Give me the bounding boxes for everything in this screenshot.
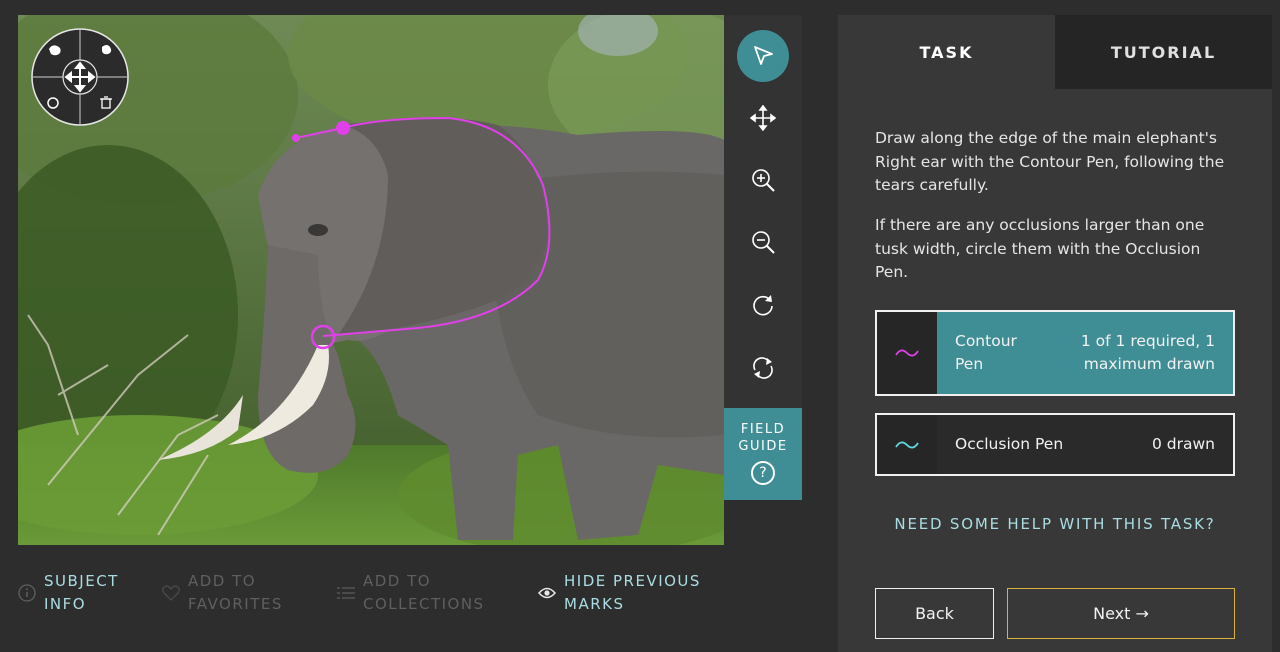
reset-button[interactable] <box>737 342 789 394</box>
field-guide-button[interactable]: FIELD GUIDE ? <box>724 408 802 500</box>
occlusion-pen-tool[interactable]: Occlusion Pen 0 drawn <box>875 413 1235 476</box>
move-button[interactable] <box>737 92 789 144</box>
zoom-in-icon <box>752 169 775 192</box>
add-to-favorites-label: ADD TO FAVORITES <box>188 572 283 613</box>
zoom-out-button[interactable] <box>737 216 789 268</box>
field-guide-label-1: FIELD <box>740 422 786 437</box>
hide-previous-marks-button[interactable]: HIDE PREVIOUS MARKS <box>538 570 701 616</box>
tab-task[interactable]: TASK <box>838 15 1055 89</box>
subject-image-viewer[interactable] <box>18 15 724 545</box>
occlusion-pen-swatch <box>877 415 937 474</box>
contour-pen-tool[interactable]: Contour Pen 1 of 1 required, 1 maximum d… <box>875 310 1235 396</box>
pointer-button[interactable] <box>737 30 789 82</box>
list-icon <box>337 586 355 600</box>
move-icon <box>750 105 776 131</box>
field-guide-label-2: GUIDE <box>738 439 788 454</box>
contour-pen-label: Contour Pen <box>955 331 1017 374</box>
task-tabs: TASK TUTORIAL <box>838 15 1272 89</box>
task-instruction-2: If there are any occlusions larger than … <box>875 216 1205 281</box>
occlusion-pen-label: Occlusion Pen <box>955 434 1064 453</box>
task-help-link[interactable]: NEED SOME HELP WITH THIS TASK? <box>838 515 1272 533</box>
heart-icon <box>162 585 180 601</box>
zoom-out-icon <box>752 231 775 254</box>
hide-previous-marks-label: HIDE PREVIOUS MARKS <box>564 572 701 613</box>
contour-start-point[interactable] <box>336 121 350 135</box>
task-instruction-1: Draw along the edge of the main elephant… <box>875 129 1225 194</box>
occlusion-pen-count: 0 drawn <box>1152 434 1215 453</box>
back-button[interactable]: Back <box>875 588 994 639</box>
add-to-collections-button[interactable]: ADD TO COLLECTIONS <box>337 570 485 616</box>
wave-icon <box>895 441 919 448</box>
zoom-in-button[interactable] <box>737 154 789 206</box>
tab-tutorial[interactable]: TUTORIAL <box>1055 15 1272 89</box>
pointer-icon <box>754 46 773 65</box>
rotate-button[interactable] <box>737 279 789 331</box>
add-to-favorites-button[interactable]: ADD TO FAVORITES <box>162 570 283 616</box>
eye-icon <box>538 586 556 600</box>
contour-end-point[interactable] <box>310 324 336 350</box>
contour-pen-count: 1 of 1 required, 1 maximum drawn <box>1080 331 1215 374</box>
subject-info-button[interactable]: SUBJECT INFO <box>18 570 119 616</box>
wave-icon <box>895 349 919 357</box>
task-panel: TASK TUTORIAL Draw along the edge of the… <box>838 15 1272 652</box>
pan-control-wheel[interactable] <box>30 27 130 127</box>
add-to-collections-label: ADD TO COLLECTIONS <box>363 572 485 613</box>
contour-pen-swatch <box>877 312 937 394</box>
subject-info-label: SUBJECT INFO <box>44 572 119 613</box>
rotate-icon <box>753 295 773 316</box>
help-icon: ? <box>751 461 775 485</box>
next-button[interactable]: Next → <box>1007 588 1235 639</box>
reset-icon <box>753 357 773 379</box>
info-icon <box>18 584 36 602</box>
